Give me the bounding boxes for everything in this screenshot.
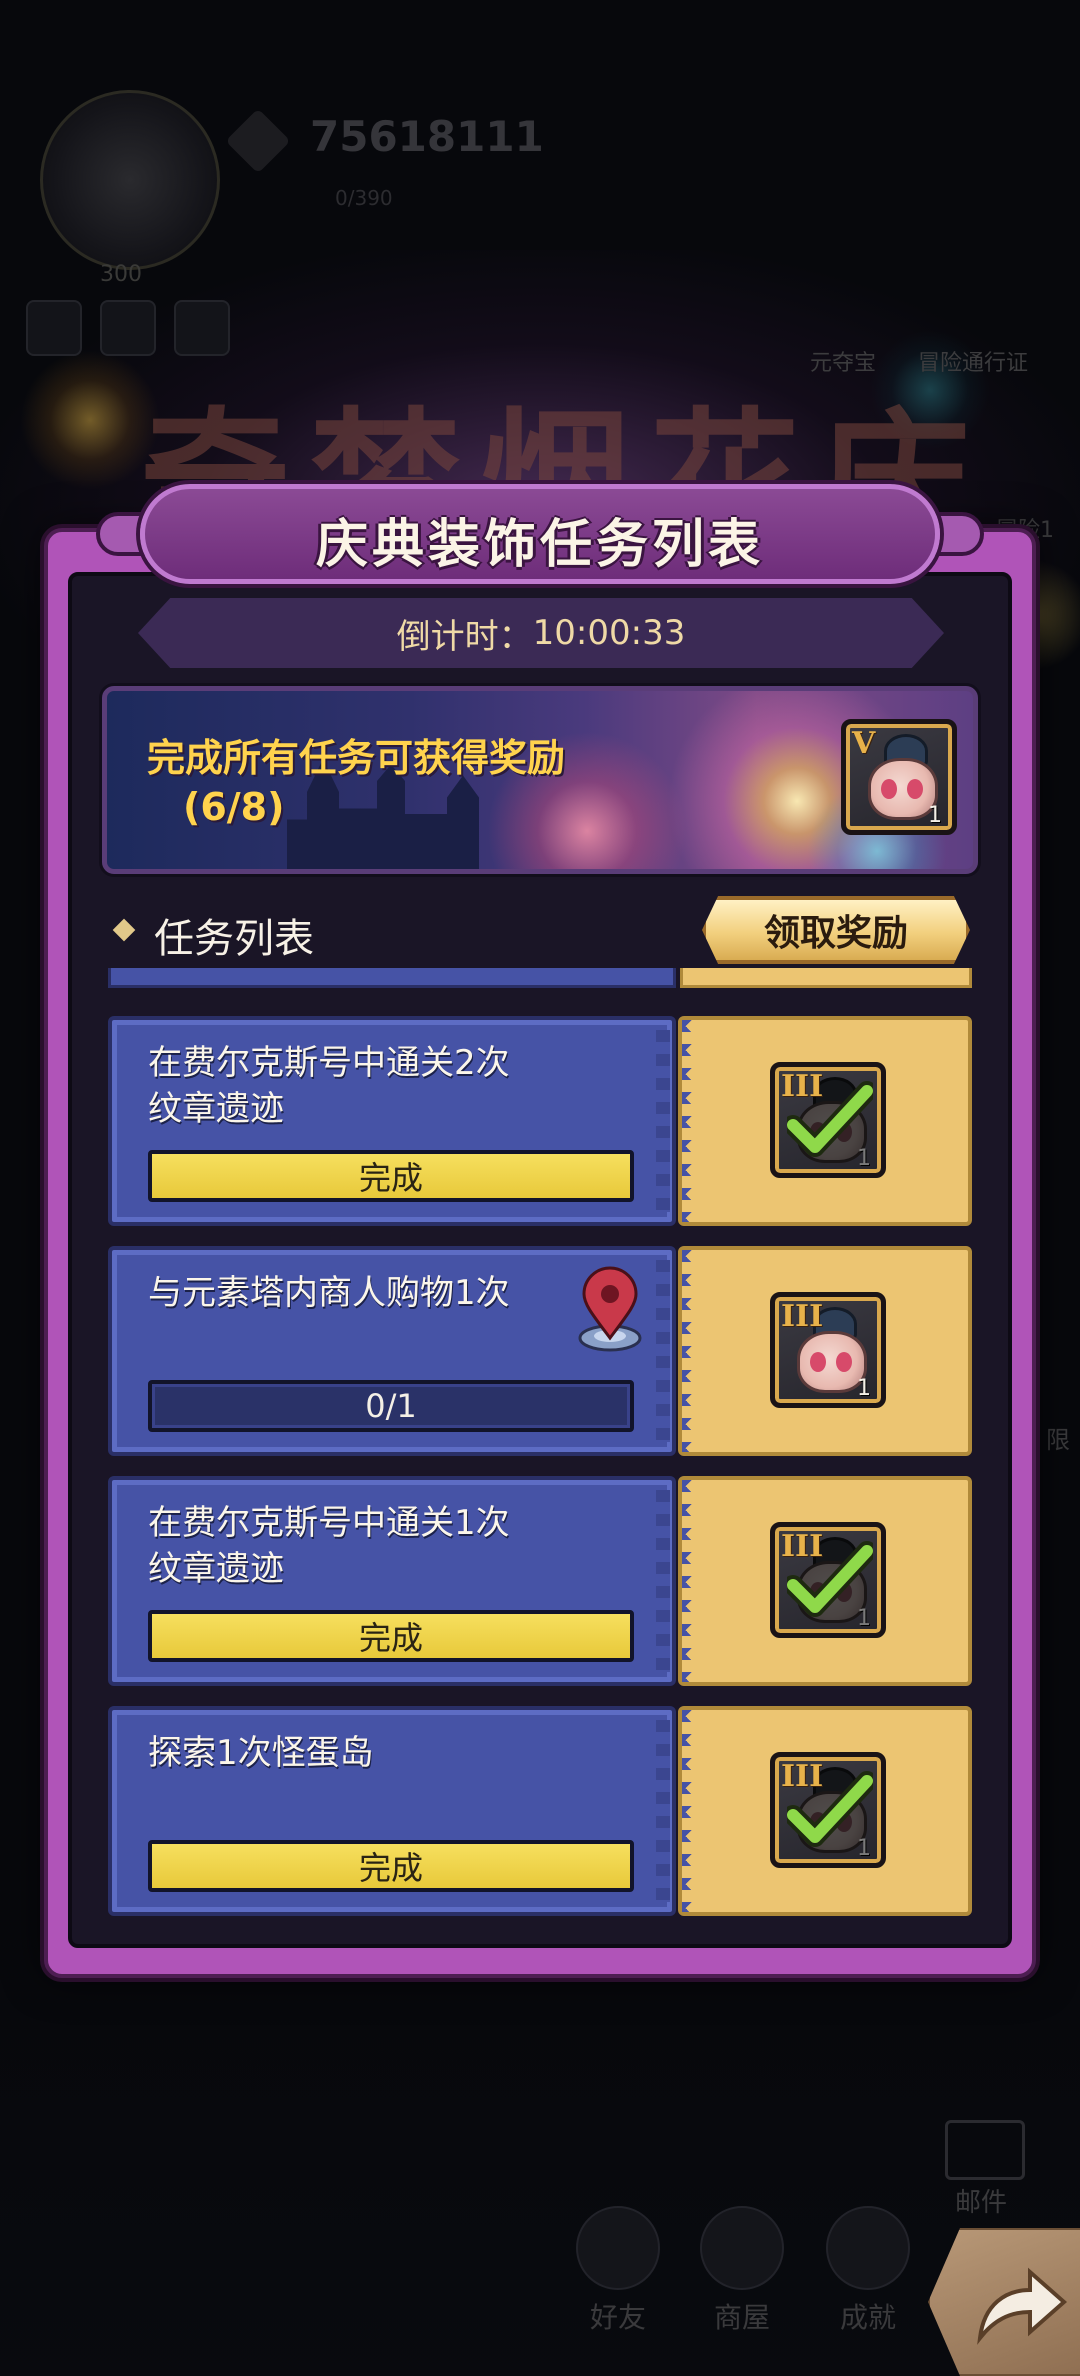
checkmark-icon (787, 1081, 873, 1157)
task-desc-line: 探索1次怪蛋岛 (148, 1733, 374, 1773)
player-avatar[interactable] (40, 90, 220, 270)
task-progress-bar: 0/1 (148, 1380, 634, 1432)
checkmark-icon (787, 1541, 873, 1617)
player-level: 300 (100, 262, 142, 287)
task-description: 探索1次怪蛋岛 (148, 1730, 568, 1776)
tier-label: V (852, 726, 876, 761)
task-row: 在费尔克斯号中通关1次 纹章遗迹 完成 III 1 (108, 1476, 972, 1686)
task-reward-panel: III 1 (678, 1706, 972, 1916)
task-row: 与元素塔内商人购物1次 0/1 III 1 (108, 1246, 972, 1456)
firework-decoration (20, 350, 160, 490)
task-info-panel: 在费尔克斯号中通关2次 纹章遗迹 完成 (108, 1016, 676, 1226)
bottom-nav-bar (0, 1976, 1080, 2376)
task-description: 与元素塔内商人购物1次 (148, 1270, 568, 1316)
currency-amount: 75618111 (310, 112, 544, 161)
nav-label: 成就 (839, 2301, 896, 2334)
tier-label: III (781, 1299, 824, 1334)
claim-reward-button[interactable]: 领取奖励 (702, 896, 970, 964)
task-info-panel: 与元素塔内商人购物1次 0/1 (108, 1246, 676, 1456)
task-progress-bar: 完成 (148, 1610, 634, 1662)
side-label: 元夺宝 (810, 351, 877, 376)
task-row-partial (108, 968, 972, 988)
task-desc-line: 与元素塔内商人购物1次 (148, 1273, 510, 1313)
nav-achievements[interactable]: 成就 (826, 2206, 910, 2336)
task-reward-panel: III 1 (678, 1476, 972, 1686)
task-desc-line: 在费尔克斯号中通关2次 (148, 1043, 510, 1083)
diamond-icon (225, 108, 291, 174)
side-label: 限 (1046, 1426, 1070, 1454)
item-quantity: 1 (928, 803, 942, 828)
countdown-bar: 倒计时： 10:00:33 (138, 598, 944, 668)
all-tasks-reward-banner: 完成所有任务可获得奖励 (6/8) V 1 (102, 686, 978, 874)
reward-panel-edge (680, 968, 972, 988)
nav-shop[interactable]: 商屋 (700, 2206, 784, 2336)
task-description: 在费尔克斯号中通关2次 纹章遗迹 (148, 1040, 568, 1132)
task-reward-panel: III 1 (678, 1016, 972, 1226)
reward-item[interactable]: III 1 (770, 1292, 886, 1408)
banner-reward-text: 完成所有任务可获得奖励 (147, 736, 566, 780)
menu-icon[interactable] (26, 300, 82, 356)
task-info-panel: 在费尔克斯号中通关1次 纹章遗迹 完成 (108, 1476, 676, 1686)
reward-item[interactable]: III 1 (770, 1062, 886, 1178)
task-description: 在费尔克斯号中通关1次 纹章遗迹 (148, 1500, 568, 1592)
side-label: 冒险通行证 (918, 351, 1029, 376)
nav-label: 好友 (589, 2301, 646, 2334)
task-reward-panel: III 1 (678, 1246, 972, 1456)
section-label: 任务列表 (154, 916, 314, 962)
trophy-icon (826, 2206, 910, 2290)
settings-icon[interactable] (174, 300, 230, 356)
rank-icon[interactable] (100, 300, 156, 356)
item-quantity: 1 (857, 1376, 871, 1401)
diamond-bullet-icon (112, 918, 136, 942)
task-row: 探索1次怪蛋岛 完成 III 1 (108, 1706, 972, 1916)
task-panel-edge (108, 968, 676, 988)
top-left-icons (26, 300, 230, 356)
forward-arrow-icon (977, 2267, 1068, 2345)
task-desc-line: 纹章遗迹 (148, 1549, 284, 1589)
checkmark-icon (787, 1771, 873, 1847)
shop-icon (700, 2206, 784, 2290)
task-list[interactable]: 在费尔克斯号中通关2次 纹章遗迹 完成 III 1 与元素塔内商人购物1次 0/… (102, 968, 978, 1918)
task-desc-line: 在费尔克斯号中通关1次 (148, 1503, 510, 1543)
nav-friends[interactable]: 好友 (576, 2206, 660, 2336)
banner-progress: (6/8) (183, 785, 285, 829)
friends-icon (576, 2206, 660, 2290)
countdown-value: 10:00:33 (532, 613, 686, 653)
task-row: 在费尔克斯号中通关2次 纹章遗迹 完成 III 1 (108, 1016, 972, 1226)
task-info-panel: 探索1次怪蛋岛 完成 (108, 1706, 676, 1916)
share-button[interactable] (928, 2228, 1080, 2376)
task-progress-bar: 完成 (148, 1150, 634, 1202)
dialog-header: 庆典装饰任务列表 (90, 484, 990, 584)
reward-item[interactable]: III 1 (770, 1752, 886, 1868)
reward-item[interactable]: V 1 (841, 719, 957, 835)
stamina-value: 0/390 (335, 186, 393, 210)
dialog-title: 庆典装饰任务列表 (315, 515, 764, 575)
task-progress-bar: 完成 (148, 1840, 634, 1892)
mail-icon[interactable] (945, 2120, 1025, 2180)
countdown-label: 倒计时： (396, 616, 533, 657)
nav-label: 商屋 (713, 2301, 770, 2334)
location-pin-icon[interactable] (570, 1266, 650, 1356)
task-list-header: 任务列表 领取奖励 (104, 888, 970, 974)
mail-label: 邮件 (955, 2188, 1008, 2218)
task-desc-line: 纹章遗迹 (148, 1089, 284, 1129)
reward-item[interactable]: III 1 (770, 1522, 886, 1638)
